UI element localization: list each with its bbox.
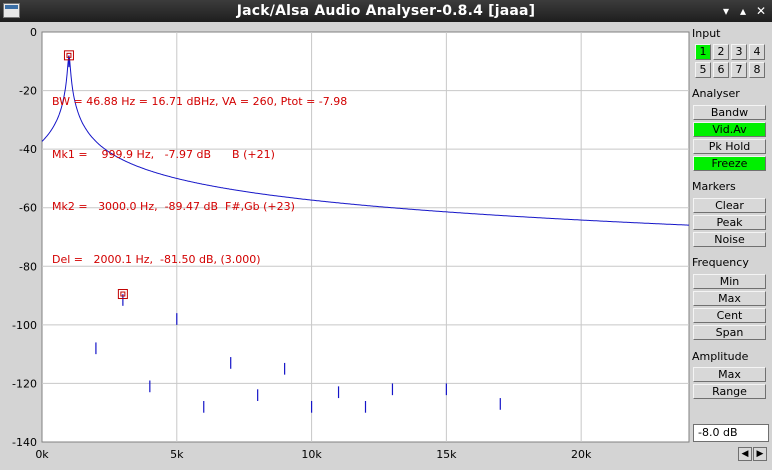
readout-marker-1: Mk1 = 999.9 Hz, -7.97 dB B (+21) — [52, 147, 275, 161]
channel-6-button[interactable]: 6 — [713, 62, 729, 78]
spectrum-plot[interactable]: 0 -20 -40 -60 -80 -100 -120 -140 0k 5k 10k 15k 20k … — [0, 22, 690, 470]
y-tick-label: -100 — [12, 319, 37, 332]
freeze-button[interactable]: Freeze — [693, 156, 766, 171]
x-tick-label: 5k — [170, 448, 184, 461]
y-tick-label: 0 — [30, 26, 37, 39]
x-tick-label: 20k — [571, 448, 592, 461]
y-tick-label: -20 — [19, 85, 37, 98]
control-panel: Input 1 2 3 4 5 6 7 8 Analyser Bandw Vid… — [690, 22, 772, 470]
analyser-label: Analyser — [692, 87, 740, 100]
frequency-min-button[interactable]: Min — [693, 274, 766, 289]
measurement-readout: BW = 46.88 Hz = 16.71 dBHz, VA = 260, Pt… — [52, 58, 347, 303]
amplitude-label: Amplitude — [692, 350, 749, 363]
y-tick-label: -140 — [12, 436, 37, 449]
minimize-button[interactable]: ▾ — [718, 3, 734, 19]
channel-7-button[interactable]: 7 — [731, 62, 747, 78]
channel-1-button[interactable]: 1 — [695, 44, 711, 60]
channel-5-button[interactable]: 5 — [695, 62, 711, 78]
markers-noise-button[interactable]: Noise — [693, 232, 766, 247]
input-label: Input — [692, 27, 721, 40]
amplitude-max-button[interactable]: Max — [693, 367, 766, 382]
readout-bandwidth: BW = 46.88 Hz = 16.71 dBHz, VA = 260, Pt… — [52, 95, 348, 108]
close-button[interactable]: ✕ — [753, 3, 769, 19]
x-axis-ticks: 0k 5k 10k 15k 20k — [35, 448, 592, 461]
title-bar[interactable]: Jack/Alsa Audio Analyser-0.8.4 [jaaa] ▾ … — [0, 0, 772, 22]
markers-label: Markers — [692, 180, 736, 193]
frequency-max-button[interactable]: Max — [693, 291, 766, 306]
frequency-label: Frequency — [692, 256, 749, 269]
window-title: Jack/Alsa Audio Analyser-0.8.4 [jaaa] — [236, 3, 536, 19]
markers-clear-button[interactable]: Clear — [693, 198, 766, 213]
readout-marker-2: Mk2 = 3000.0 Hz, -89.47 dB F#,Gb (+23) — [52, 200, 295, 213]
readout-delta: Del = 2000.1 Hz, -81.50 dB, (3.000) — [52, 252, 261, 266]
level-scroll: ◀ ▶ — [690, 446, 772, 470]
channel-3-button[interactable]: 3 — [731, 44, 747, 60]
amplitude-range-button[interactable]: Range — [693, 384, 766, 399]
x-tick-label: 0k — [35, 448, 49, 461]
maximize-button[interactable]: ▴ — [735, 3, 751, 19]
x-tick-label: 15k — [436, 448, 457, 461]
bandwidth-button[interactable]: Bandw — [693, 105, 766, 120]
y-axis-ticks: 0 -20 -40 -60 -80 -100 -120 -140 — [12, 26, 37, 449]
frequency-span-button[interactable]: Span — [693, 325, 766, 340]
channel-4-button[interactable]: 4 — [749, 44, 765, 60]
scroll-left-arrow-icon[interactable]: ◀ — [738, 447, 752, 461]
markers-peak-button[interactable]: Peak — [693, 215, 766, 230]
frequency-centre-button[interactable]: Cent — [693, 308, 766, 323]
y-tick-label: -120 — [12, 377, 37, 390]
x-tick-label: 10k — [301, 448, 322, 461]
y-tick-label: -80 — [19, 260, 37, 273]
y-tick-label: -60 — [19, 202, 37, 215]
level-value-field[interactable]: -8.0 dB — [693, 424, 769, 442]
peak-hold-button[interactable]: Pk Hold — [693, 139, 766, 154]
y-tick-label: -40 — [19, 143, 37, 156]
video-average-button[interactable]: Vid.Av — [693, 122, 766, 137]
channel-8-button[interactable]: 8 — [749, 62, 765, 78]
scroll-right-arrow-icon[interactable]: ▶ — [753, 447, 767, 461]
channel-2-button[interactable]: 2 — [713, 44, 729, 60]
